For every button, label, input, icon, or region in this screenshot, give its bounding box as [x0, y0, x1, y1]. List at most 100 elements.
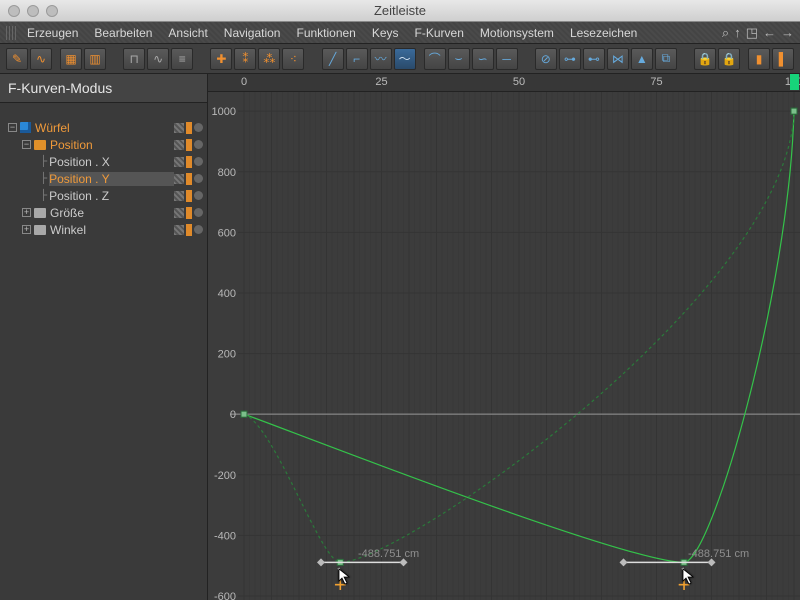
unify-tangent-button[interactable]: ⊶	[559, 48, 581, 70]
nav-up-icon[interactable]: ↑	[734, 25, 741, 41]
svg-text:1000: 1000	[212, 106, 236, 118]
menu-funktionen[interactable]: Funktionen	[289, 26, 362, 40]
lock-time-button[interactable]: 🔒	[694, 48, 716, 70]
mute-badge-icon[interactable]	[194, 123, 203, 132]
ease-in-button[interactable]: ⌒	[424, 48, 446, 70]
lock-value-button[interactable]: 🔒	[718, 48, 740, 70]
menu-motionsystem[interactable]: Motionsystem	[473, 26, 561, 40]
expander-icon[interactable]: −	[22, 140, 31, 149]
tree-row-4[interactable]: ├Position . Z	[0, 187, 207, 204]
track-badges	[174, 122, 203, 134]
add-key-button[interactable]: ✚	[210, 48, 232, 70]
snap-button[interactable]: ⧉	[655, 48, 677, 70]
tree-label: Position . X	[49, 155, 174, 169]
undock-icon[interactable]: ◳	[746, 25, 758, 41]
tree-label: Position . Y	[49, 172, 174, 186]
tree-row-0[interactable]: −Würfel	[0, 119, 207, 136]
folder-icon	[34, 140, 46, 150]
mode-key-button[interactable]: ✎	[6, 48, 28, 70]
mute-badge-icon[interactable]	[194, 225, 203, 234]
layer-badge-icon[interactable]	[174, 174, 184, 184]
mute-badge-icon[interactable]	[194, 174, 203, 183]
tangent-auto-button[interactable]: 〜	[394, 48, 416, 70]
key-badge-icon[interactable]	[186, 173, 192, 185]
graph-area[interactable]: 0255075100 10008006004002000-200-400-600…	[208, 74, 800, 600]
key-badge-icon[interactable]	[186, 224, 192, 236]
tangent-linear-button[interactable]: ╱	[322, 48, 344, 70]
window-title: Zeitleiste	[0, 3, 800, 18]
mute-badge-icon[interactable]	[194, 140, 203, 149]
tree-row-5[interactable]: + Größe	[0, 204, 207, 221]
playhead[interactable]	[790, 74, 799, 90]
svg-text:-600: -600	[214, 591, 236, 600]
tangent-spline-button[interactable]: 〰	[370, 48, 392, 70]
nav-left-icon[interactable]: ←	[763, 25, 776, 41]
time-ruler[interactable]: 0255075100	[208, 74, 800, 92]
tree-label: Größe	[50, 206, 174, 220]
curve-plot[interactable]: 10008006004002000-200-400-600 -488.751 c…	[208, 92, 800, 600]
window-titlebar: Zeitleiste	[0, 0, 800, 22]
key-badge-icon[interactable]	[186, 122, 192, 134]
object-tree: −Würfel−Position├Position . X├Position .…	[0, 103, 207, 238]
mute-badge-icon[interactable]	[194, 208, 203, 217]
tree-row-6[interactable]: +Winkel	[0, 221, 207, 238]
expander-icon[interactable]: +	[22, 225, 31, 234]
weighted-button[interactable]: ⋈	[607, 48, 629, 70]
expander-icon[interactable]: −	[8, 123, 17, 132]
menu-ansicht[interactable]: Ansicht	[161, 26, 214, 40]
svg-text:800: 800	[218, 167, 236, 179]
add-keys-button[interactable]: ⁑	[234, 48, 256, 70]
svg-text:400: 400	[218, 288, 236, 300]
clamp-button[interactable]: ▲	[631, 48, 653, 70]
view-track-button[interactable]: ≡	[171, 48, 193, 70]
menu-navigation[interactable]: Navigation	[217, 26, 288, 40]
mute-badge-icon[interactable]	[194, 191, 203, 200]
key-badge-icon[interactable]	[186, 156, 192, 168]
autokey-button[interactable]: ⁖	[282, 48, 304, 70]
value-annotation: -488.751 cm	[688, 548, 749, 560]
layer-badge-icon[interactable]	[174, 157, 184, 167]
menu-lesezeichen[interactable]: Lesezeichen	[563, 26, 644, 40]
marker-tool-button[interactable]: ▌	[772, 48, 794, 70]
mode-overview-button[interactable]: ▥	[84, 48, 106, 70]
tree-label: Position	[50, 138, 174, 152]
sidebar-title: F-Kurven-Modus	[0, 74, 207, 103]
key-badge-icon[interactable]	[186, 139, 192, 151]
layer-badge-icon[interactable]	[174, 191, 184, 201]
view-curve-button[interactable]: ∿	[147, 48, 169, 70]
menu-bearbeiten[interactable]: Bearbeiten	[87, 26, 159, 40]
search-icon[interactable]: ⌕	[722, 25, 729, 41]
tree-row-1[interactable]: − Position	[0, 136, 207, 153]
tangent-step-button[interactable]: ⌐	[346, 48, 368, 70]
track-badges	[174, 173, 203, 185]
view-dope-button[interactable]: ⊓	[123, 48, 145, 70]
ease-flat-button[interactable]: ─	[496, 48, 518, 70]
sidebar: F-Kurven-Modus −Würfel−Position├Position…	[0, 74, 208, 600]
region-tool-button[interactable]: ▮	[748, 48, 770, 70]
layer-badge-icon[interactable]	[174, 123, 184, 133]
layer-badge-icon[interactable]	[174, 208, 184, 218]
layer-badge-icon[interactable]	[174, 140, 184, 150]
tree-row-3[interactable]: ├Position . Y	[0, 170, 207, 187]
menu-keys[interactable]: Keys	[365, 26, 406, 40]
dock-handle-icon[interactable]	[6, 26, 16, 40]
ease-ease-button[interactable]: ∽	[472, 48, 494, 70]
nav-right-icon[interactable]: →	[781, 25, 794, 41]
break-tangent-button[interactable]: ⊘	[535, 48, 557, 70]
svg-text:600: 600	[218, 227, 236, 239]
mode-fcurve-button[interactable]: ∿	[30, 48, 52, 70]
expander-icon[interactable]: +	[22, 208, 31, 217]
layer-badge-icon[interactable]	[174, 225, 184, 235]
menu-f-kurven[interactable]: F-Kurven	[408, 26, 471, 40]
menu-erzeugen[interactable]: Erzeugen	[20, 26, 85, 40]
svg-text:-400: -400	[214, 530, 236, 542]
tree-row-2[interactable]: ├Position . X	[0, 153, 207, 170]
branch-icon: ├	[40, 156, 47, 167]
ease-out-button[interactable]: ⌣	[448, 48, 470, 70]
key-badge-icon[interactable]	[186, 190, 192, 202]
lock-tangent-button[interactable]: ⊷	[583, 48, 605, 70]
key-badge-icon[interactable]	[186, 207, 192, 219]
mute-badge-icon[interactable]	[194, 157, 203, 166]
mode-motion-button[interactable]: ▦	[60, 48, 82, 70]
record-key-button[interactable]: ⁂	[258, 48, 280, 70]
